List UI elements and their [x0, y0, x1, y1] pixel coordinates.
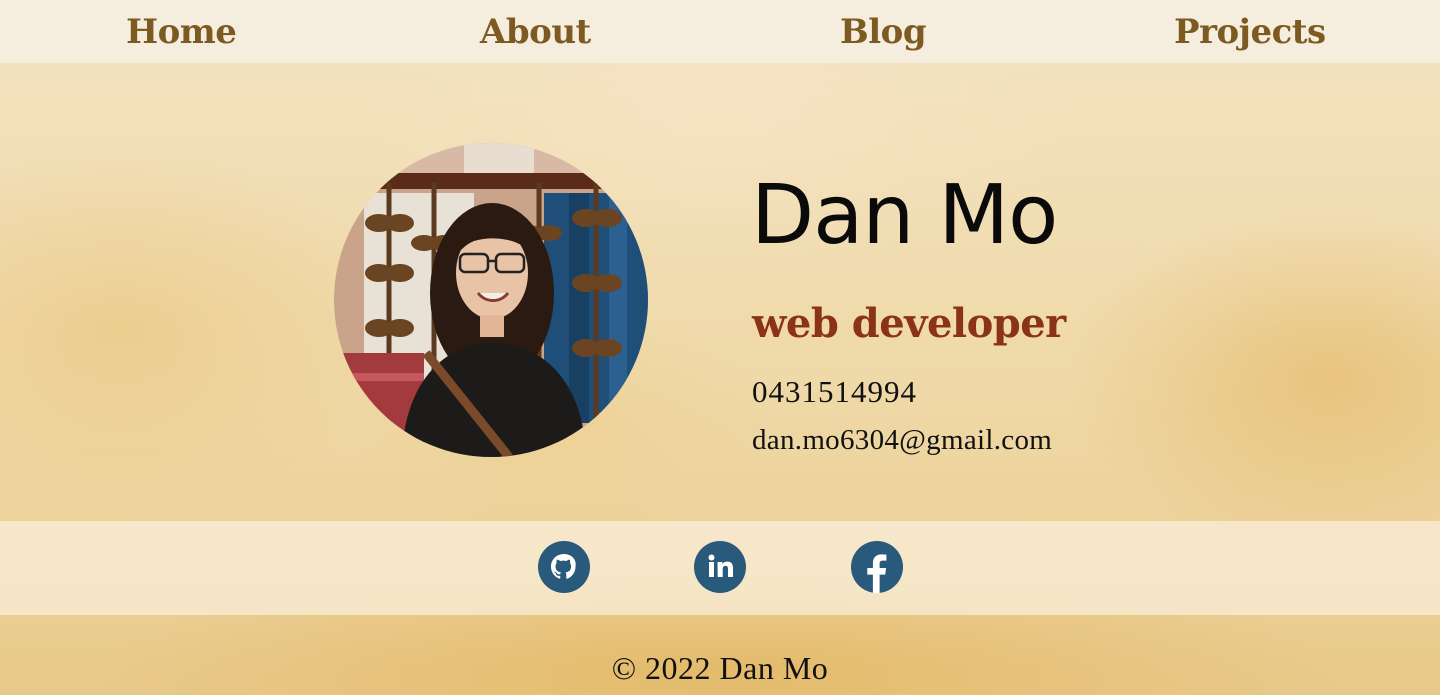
profile-photo: [334, 143, 648, 457]
nav-home-link[interactable]: Home: [0, 0, 356, 63]
github-icon[interactable]: [538, 541, 590, 593]
nav-blog-link[interactable]: Blog: [718, 0, 1048, 63]
profile-phone: 0431514994: [752, 374, 917, 409]
nav-projects-link[interactable]: Projects: [1048, 0, 1440, 63]
facebook-icon[interactable]: [851, 541, 903, 593]
social-links-bar: [0, 521, 1440, 615]
linkedin-icon[interactable]: [694, 541, 746, 593]
profile-name: Dan Mo: [751, 168, 1058, 263]
top-nav: Home About Blog Projects: [0, 0, 1440, 63]
nav-about-link[interactable]: About: [356, 0, 718, 63]
footer-copyright: © 2022 Dan Mo: [611, 650, 829, 686]
profile-email[interactable]: dan.mo6304@gmail.com: [752, 424, 1052, 457]
profile-role: web developer: [752, 300, 1066, 347]
